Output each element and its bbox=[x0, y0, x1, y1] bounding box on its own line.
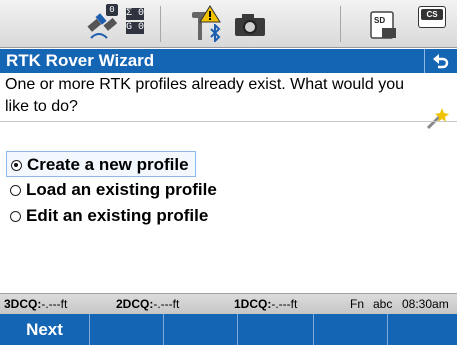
status-divider bbox=[160, 6, 161, 42]
softkey-6[interactable] bbox=[388, 314, 457, 345]
clock: 08:30am bbox=[402, 297, 449, 311]
softkey-4[interactable] bbox=[238, 314, 314, 345]
quality-strip: 3DCQ:-.---ft 2DCQ:-.---ft 1DCQ:-.---ft F… bbox=[0, 293, 457, 314]
wizard-wand-icon bbox=[426, 108, 449, 130]
option-label: Load an existing profile bbox=[26, 180, 217, 199]
cs-label: CS bbox=[421, 9, 443, 20]
option-label: Edit an existing profile bbox=[26, 206, 209, 225]
camera-icon[interactable] bbox=[233, 12, 267, 38]
radio-unselected bbox=[10, 185, 21, 196]
softkey-5[interactable] bbox=[314, 314, 388, 345]
3dcq-readout: 3DCQ:-.---ft bbox=[4, 297, 68, 311]
next-button[interactable]: Next bbox=[0, 314, 90, 345]
option-edit-profile[interactable]: Edit an existing profile bbox=[6, 203, 208, 229]
divider bbox=[0, 121, 457, 122]
2dcq-readout: 2DCQ:-.---ft bbox=[116, 297, 180, 311]
softkey-bar: Next bbox=[0, 314, 457, 345]
radio-selected bbox=[11, 160, 22, 171]
radio-unselected bbox=[10, 211, 21, 222]
1dcq-readout: 1DCQ:-.---ft bbox=[234, 297, 298, 311]
sd-card-icon[interactable]: SD bbox=[368, 10, 398, 40]
input-mode: abc bbox=[373, 297, 393, 311]
status-divider bbox=[340, 6, 341, 42]
wizard-prompt: One or more RTK profiles already exist. … bbox=[5, 76, 404, 115]
page-title: RTK Rover Wizard bbox=[6, 51, 155, 70]
softkey-2[interactable] bbox=[90, 314, 164, 345]
gps-count: Σ 0 bbox=[126, 8, 145, 20]
bluetooth-icon bbox=[210, 24, 221, 42]
back-button[interactable] bbox=[424, 49, 457, 73]
glonass-count: G 0 bbox=[126, 22, 145, 34]
back-icon bbox=[433, 54, 449, 69]
cs-icon[interactable]: CS bbox=[418, 6, 446, 28]
option-label: Create a new profile bbox=[27, 155, 189, 174]
sd-label: SD bbox=[374, 16, 386, 25]
fn-indicator: Fn bbox=[350, 297, 365, 311]
satellite-badge: 0 bbox=[106, 4, 118, 16]
softkey-3[interactable] bbox=[164, 314, 238, 345]
option-load-profile[interactable]: Load an existing profile bbox=[6, 177, 217, 203]
option-create-profile[interactable]: Create a new profile bbox=[6, 151, 196, 177]
antenna-warning-icon[interactable] bbox=[188, 4, 228, 44]
status-bar: 0 Σ 0 G 0 SD CS bbox=[0, 0, 457, 48]
